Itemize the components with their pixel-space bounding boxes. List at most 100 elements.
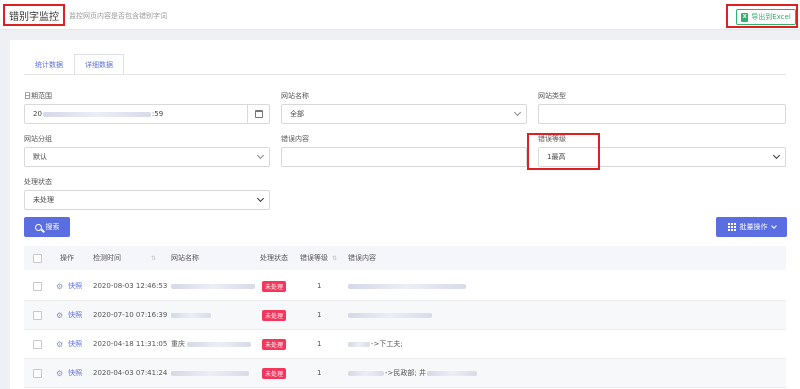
- redacted-site: [187, 341, 251, 347]
- redacted-date: [42, 111, 151, 117]
- search-button[interactable]: 搜索: [24, 217, 70, 237]
- tab-bar: 统计数据 详细数据: [24, 54, 124, 74]
- col-time-label: 检测时间: [93, 254, 121, 262]
- error-content-text: ->下工夫;: [371, 340, 403, 348]
- date-range-input[interactable]: 20 :59: [24, 104, 270, 124]
- chevron-down-icon: [770, 223, 777, 229]
- status-select[interactable]: 未处理: [24, 190, 270, 210]
- detect-time: 2020-04-03 07:41:24: [93, 369, 168, 377]
- error-content: ->民政部; 井: [348, 359, 477, 387]
- excel-icon: X: [741, 12, 749, 22]
- select-all-checkbox[interactable]: [33, 246, 42, 270]
- site-name: [171, 272, 255, 300]
- gear-icon: ⚙: [56, 310, 64, 320]
- grid-icon: [727, 223, 736, 231]
- col-level-label: 错误等级: [300, 254, 328, 262]
- detect-time: 2020-07-10 07:16:39: [93, 311, 168, 319]
- redacted-site: [171, 370, 249, 376]
- status-badge: 未处理: [262, 301, 287, 329]
- sort-icon[interactable]: ⇅: [151, 255, 156, 262]
- error-level: 1: [317, 282, 322, 290]
- site-group-label: 网站分组: [24, 135, 52, 143]
- col-level[interactable]: 错误等级 ⇅: [300, 246, 337, 270]
- tab-divider: [24, 74, 786, 75]
- chevron-down-icon: [513, 108, 522, 117]
- export-excel-button[interactable]: X 导出到Excel: [736, 9, 796, 25]
- status-value: 未处理: [33, 196, 54, 204]
- col-action: 操作: [60, 254, 74, 262]
- site-group-value: 默认: [33, 153, 47, 161]
- chevron-down-icon: [256, 151, 265, 160]
- site-group-select[interactable]: 默认: [24, 147, 270, 167]
- table-row: ⚙ 快照 2020-04-03 07:41:24 未处理 1 ->民政部; 井: [24, 359, 786, 388]
- detect-time: 2020-04-18 11:31:05: [93, 340, 168, 348]
- table-row: ⚙ 快照 2020-04-18 11:31:05 重庆 未处理 1 ->下工夫;: [24, 330, 786, 359]
- export-highlight: X 导出到Excel: [726, 4, 798, 28]
- error-content-input[interactable]: [281, 147, 527, 167]
- col-time[interactable]: 检测时间 ⇅: [93, 246, 156, 270]
- row-checkbox[interactable]: [33, 359, 42, 387]
- site-type-label: 网站类型: [538, 92, 566, 100]
- page-title-text: 错别字监控: [9, 11, 59, 23]
- error-level-highlight: [527, 133, 600, 170]
- redacted-site: [171, 283, 255, 289]
- table-row: ⚙ 快照 2020-07-10 07:16:39 未处理 1: [24, 301, 786, 330]
- redacted-content: [426, 370, 477, 376]
- error-level: 1: [317, 311, 322, 319]
- snapshot-link[interactable]: ⚙ 快照: [56, 359, 82, 387]
- error-content-text: ->民政部; 井: [385, 369, 426, 377]
- batch-label: 批量操作: [739, 223, 768, 231]
- redacted-site: [171, 312, 211, 318]
- site-name: 重庆: [171, 330, 251, 358]
- table-row: ⚙ 快照 2020-08-03 12:46:53 未处理 1: [24, 272, 786, 301]
- search-label: 搜索: [45, 223, 60, 231]
- calendar-icon[interactable]: [247, 105, 269, 123]
- snapshot-link[interactable]: ⚙ 快照: [56, 272, 82, 300]
- error-content-label: 错误内容: [281, 135, 309, 143]
- status-label: 处理状态: [24, 178, 52, 186]
- status-badge-text: 未处理: [262, 309, 287, 321]
- gear-icon: ⚙: [56, 339, 64, 349]
- search-icon: [34, 223, 42, 231]
- tab-details[interactable]: 详细数据: [74, 54, 124, 74]
- snapshot-label: 快照: [68, 311, 83, 319]
- status-badge-text: 未处理: [262, 280, 287, 292]
- col-content: 错误内容: [348, 254, 376, 262]
- date-range-end: :59: [151, 110, 164, 118]
- row-checkbox[interactable]: [33, 330, 42, 358]
- site-name: [171, 359, 249, 387]
- gear-icon: ⚙: [56, 281, 64, 291]
- chevron-down-icon: [772, 151, 781, 160]
- site-name-label: 网站名称: [281, 92, 309, 100]
- status-badge: 未处理: [262, 272, 287, 300]
- error-content: [348, 301, 432, 329]
- sort-icon[interactable]: ⇅: [332, 255, 337, 262]
- col-status: 处理状态: [260, 254, 288, 262]
- snapshot-link[interactable]: ⚙ 快照: [56, 330, 82, 358]
- snapshot-link[interactable]: ⚙ 快照: [56, 301, 82, 329]
- status-badge-text: 未处理: [262, 338, 287, 350]
- gear-icon: ⚙: [56, 368, 64, 378]
- status-badge: 未处理: [262, 330, 287, 358]
- row-checkbox[interactable]: [33, 272, 42, 300]
- date-range-label: 日期范围: [24, 92, 52, 100]
- date-range-start: 20: [33, 110, 42, 118]
- site-name-text: 重庆: [171, 340, 185, 348]
- redacted-content: [348, 370, 384, 376]
- page-subtitle: 监控网页内容是否包含错别字词: [69, 12, 167, 20]
- col-site: 网站名称: [171, 254, 199, 262]
- status-badge: 未处理: [262, 359, 287, 387]
- chevron-down-icon: [256, 194, 265, 203]
- status-badge-text: 未处理: [262, 367, 287, 379]
- site-name-select[interactable]: 全部: [281, 104, 527, 124]
- export-label: 导出到Excel: [751, 13, 791, 21]
- redacted-content: [348, 341, 370, 347]
- error-level: 1: [317, 369, 322, 377]
- redacted-content: [348, 312, 432, 318]
- tab-statistics[interactable]: 统计数据: [24, 54, 74, 74]
- page-title: 错别字监控: [3, 4, 65, 26]
- site-type-select[interactable]: [538, 104, 786, 124]
- row-checkbox[interactable]: [33, 301, 42, 329]
- error-content: [348, 272, 466, 300]
- batch-actions-button[interactable]: 批量操作: [716, 217, 787, 237]
